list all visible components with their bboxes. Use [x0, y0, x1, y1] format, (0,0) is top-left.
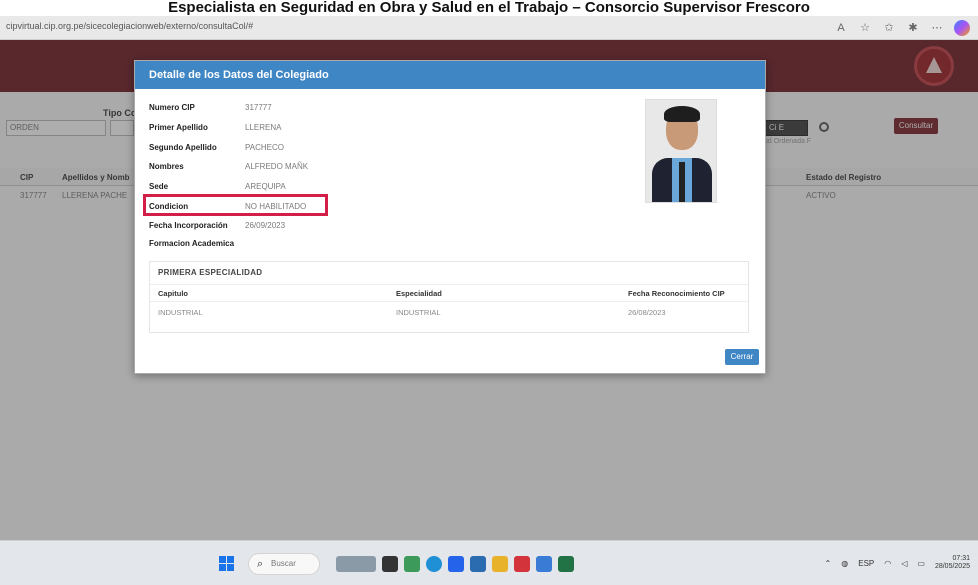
folder-icon[interactable] [492, 556, 508, 572]
favorite-star-icon[interactable]: ☆ [858, 21, 872, 35]
table-row: INDUSTRIAL INDUSTRIAL 26/08/2023 [150, 304, 748, 320]
field-label: Primer Apellido [149, 123, 208, 132]
field-value: LLERENA [245, 123, 282, 132]
outlook-icon[interactable] [448, 556, 464, 572]
teams-icon[interactable] [470, 556, 486, 572]
extensions-icon[interactable]: ✱ [906, 21, 920, 35]
browser-toolbar: cipvirtual.cip.org.pe/sicecolegiacionweb… [0, 16, 978, 40]
address-bar[interactable]: cipvirtual.cip.org.pe/sicecolegiacionweb… [6, 21, 253, 31]
browser-actions: A ☆ ✩ ✱ ⋯ [834, 20, 970, 36]
col-fecha: Fecha Reconocimiento CIP [628, 289, 725, 298]
formacion-academica-title: Formacion Academica [149, 239, 235, 248]
excel-icon[interactable] [558, 556, 574, 572]
especialidad-table-header: Capitulo Especialidad Fecha Reconocimien… [150, 284, 748, 302]
taskbar-search[interactable]: Buscar [248, 553, 320, 575]
col-capitulo: Capitulo [158, 289, 188, 298]
especialidad-title: PRIMERA ESPECIALIDAD [158, 268, 263, 277]
battery-icon[interactable]: ▭ [917, 559, 925, 568]
field-value: AREQUIPA [245, 182, 286, 191]
especialidad-panel: PRIMERA ESPECIALIDAD Capitulo Especialid… [149, 261, 749, 333]
field-value: ALFREDO MAÑK [245, 162, 309, 171]
read-aloud-icon[interactable]: A [834, 21, 848, 35]
modal-title: Detalle de los Datos del Colegiado [135, 61, 765, 89]
field-label: Fecha Incorporación [149, 221, 228, 230]
cerrar-button[interactable]: Cerrar [725, 349, 759, 365]
favorites-icon[interactable]: ✩ [882, 21, 896, 35]
pdf-icon[interactable] [514, 556, 530, 572]
field-value: 317777 [245, 103, 272, 112]
colegiado-detail-modal: Detalle de los Datos del Colegiado Numer… [134, 60, 766, 374]
cell-especialidad: INDUSTRIAL [396, 308, 441, 317]
colegiado-photo [645, 99, 717, 203]
system-tray: ⌃ ◍ ESP ◠ ◁ ▭ 07:31 28/05/2025 [825, 555, 970, 571]
taskbar-apps [336, 552, 574, 572]
clock[interactable]: 07:31 28/05/2025 [935, 555, 970, 571]
chevron-up-icon[interactable]: ⌃ [825, 559, 832, 568]
field-label: Numero CIP [149, 103, 195, 112]
language-indicator[interactable]: ESP [858, 559, 874, 568]
field-value: 26/09/2023 [245, 221, 286, 230]
field-value: PACHECO [245, 143, 284, 152]
volume-icon[interactable]: ◁ [901, 559, 907, 568]
edge-icon[interactable] [426, 556, 442, 572]
clock-time: 07:31 [952, 555, 970, 562]
document-heading: Especialista en Seguridad en Obra y Salu… [0, 0, 978, 16]
cell-capitulo: INDUSTRIAL [158, 308, 203, 317]
more-icon[interactable]: ⋯ [930, 21, 944, 35]
app-icon[interactable] [536, 556, 552, 572]
cell-fecha: 26/08/2023 [628, 308, 666, 317]
col-especialidad: Especialidad [396, 289, 442, 298]
field-label: Nombres [149, 162, 184, 171]
field-label: Sede [149, 182, 169, 191]
widget-icon[interactable] [336, 556, 376, 572]
file-explorer-icon[interactable] [382, 556, 398, 572]
wifi-icon[interactable]: ◠ [884, 559, 891, 568]
field-label: Segundo Apellido [149, 143, 217, 152]
condicion-highlight-box [143, 194, 328, 216]
copilot-icon[interactable] [954, 20, 970, 36]
windows-taskbar: Buscar ⌃ ◍ ESP ◠ ◁ ▭ 07:31 28/05/2025 [0, 540, 978, 585]
store-icon[interactable] [404, 556, 420, 572]
network-icon[interactable]: ◍ [841, 559, 848, 568]
clock-date: 28/05/2025 [934, 563, 970, 570]
start-icon[interactable] [219, 556, 235, 572]
